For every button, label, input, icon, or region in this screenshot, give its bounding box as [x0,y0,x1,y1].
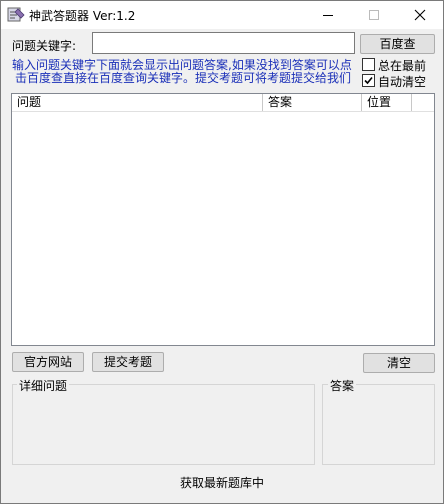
submit-question-button[interactable]: 提交考题 [92,352,164,372]
search-label: 问题关键字: [12,39,77,53]
window-title: 神武答题器 Ver:1.2 [29,9,136,23]
official-site-button[interactable]: 官方网站 [12,352,84,372]
minimize-icon [323,15,333,16]
results-header: 问题 答案 位置 [12,94,434,112]
app-icon [7,6,25,24]
close-button[interactable] [397,1,443,29]
minimize-button[interactable] [305,1,351,29]
always-on-top-label: 总在最前 [378,59,427,73]
column-header-question[interactable]: 问题 [12,94,263,111]
answer-group [322,384,435,465]
column-header-answer[interactable]: 答案 [263,94,362,111]
app-window: 神武答题器 Ver:1.2 问题关键字: 百度查 输入问题关键字下面就会显示出问… [0,0,444,504]
status-text: 获取最新题库中 [179,476,264,490]
hint-line-2: 击百度查直接在百度查询关键字。提交考题可将考题提交给我们 [15,71,352,85]
auto-clear-checkbox[interactable] [362,74,375,87]
results-list[interactable]: 问题 答案 位置 [11,93,435,346]
detail-question-text [17,393,310,460]
close-icon [414,9,426,21]
maximize-button[interactable] [351,1,397,29]
always-on-top-checkbox[interactable] [362,58,375,71]
answer-text [327,393,430,460]
title-bar[interactable]: 神武答题器 Ver:1.2 [1,1,443,29]
column-header-position[interactable]: 位置 [362,94,412,111]
clear-button[interactable]: 清空 [363,353,435,373]
auto-clear-label: 自动清空 [378,75,427,89]
answer-title: 答案 [328,377,357,394]
checkmark-icon [364,76,373,85]
detail-question-group [12,384,315,465]
search-input[interactable] [92,32,355,54]
baidu-search-button[interactable]: 百度查 [360,34,435,54]
hint-line-1: 输入问题关键字下面就会显示出问题答案,如果没找到答案可以点 [12,58,352,72]
maximize-icon [369,10,379,20]
detail-question-title: 详细问题 [17,377,70,394]
